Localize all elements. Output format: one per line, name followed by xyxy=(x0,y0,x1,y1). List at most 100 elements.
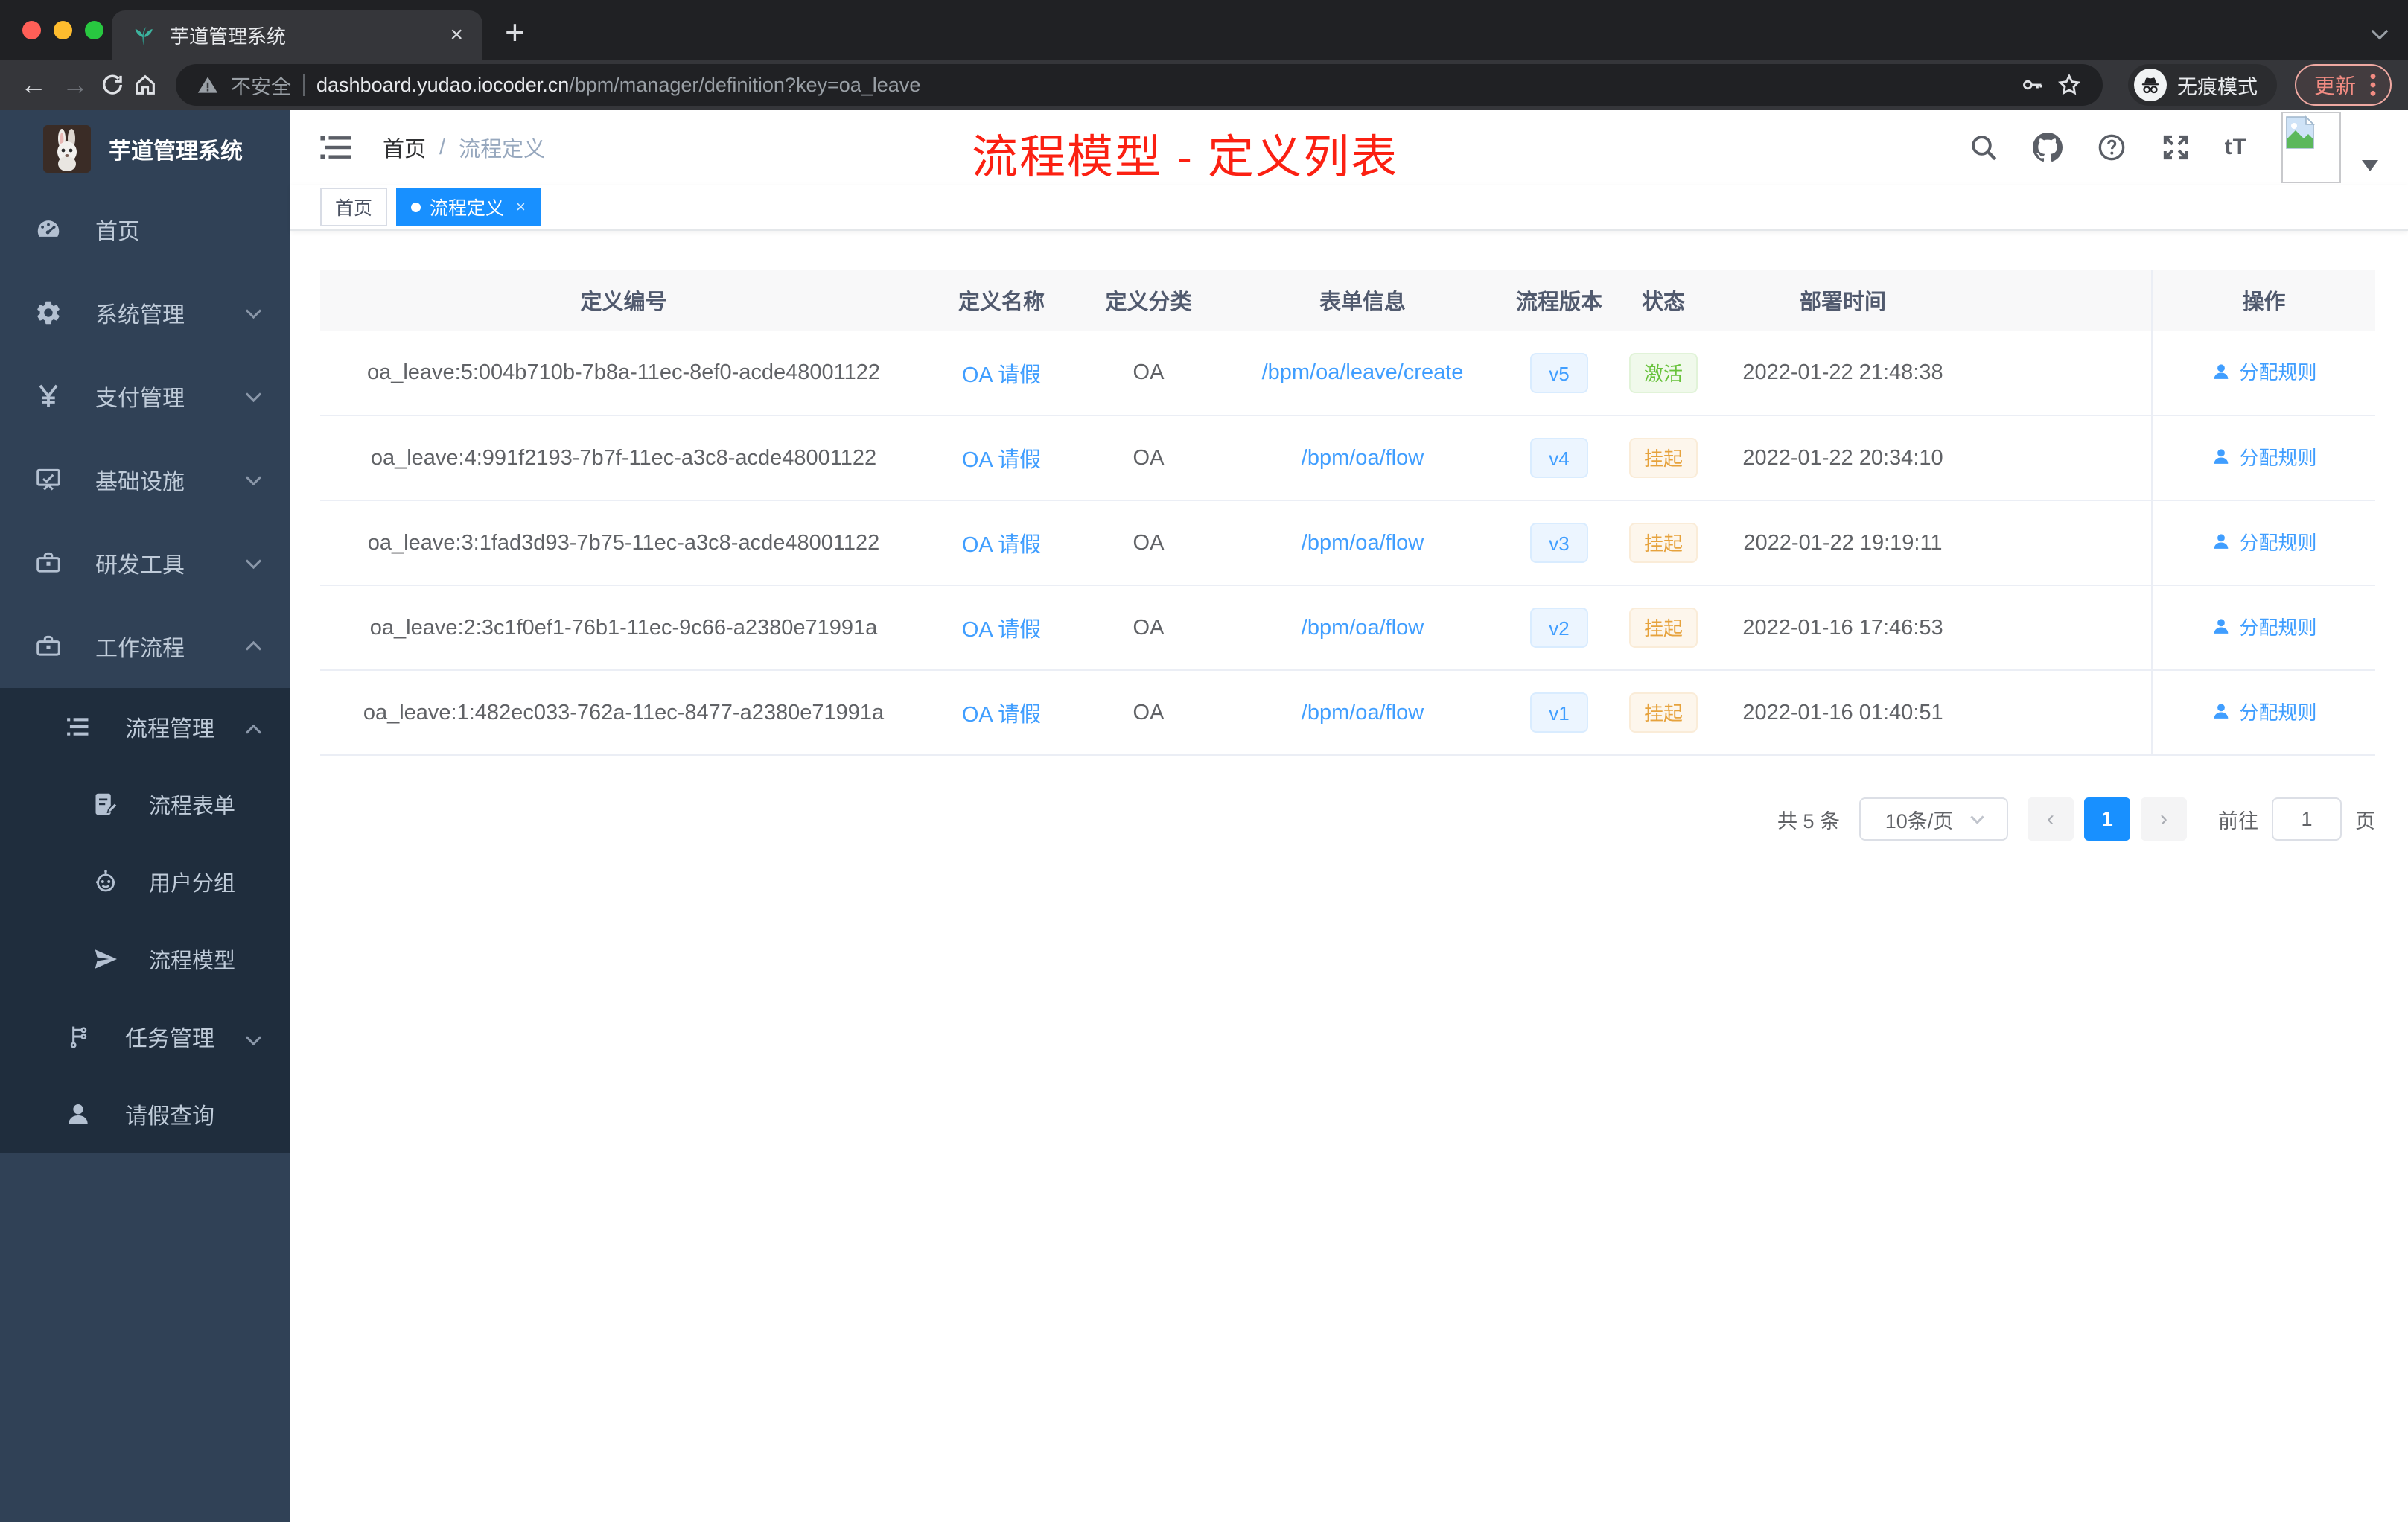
incognito-badge[interactable]: 无痕模式 xyxy=(2127,64,2277,106)
table-row: oa_leave:2:3c1f0ef1-76b1-11ec-9c66-a2380… xyxy=(320,585,2375,671)
fullscreen-icon[interactable] xyxy=(2161,133,2191,162)
sidebar-item-workflow[interactable]: 工作流程 xyxy=(0,605,290,688)
deploy-time: 2022-01-22 20:34:10 xyxy=(1713,415,1973,501)
sidebar-item-label: 工作流程 xyxy=(95,637,185,661)
definition-id: oa_leave:2:3c1f0ef1-76b1-11ec-9c66-a2380… xyxy=(320,585,927,671)
form-link[interactable]: /bpm/oa/flow xyxy=(1302,446,1424,470)
prev-page-button[interactable]: ‹ xyxy=(2028,797,2074,841)
definition-category: OA xyxy=(1076,331,1221,416)
goto-page-input[interactable] xyxy=(2272,797,2342,841)
chevron-down-icon xyxy=(245,386,262,403)
update-label[interactable]: 更新 xyxy=(2314,70,2356,100)
font-size-icon[interactable]: tT xyxy=(2225,135,2247,160)
browser-toolbar: ← → 不安全 dashboard.yudao.iocoder.cn/bpm/m… xyxy=(0,60,2408,110)
col-definition-id: 定义编号 xyxy=(320,270,927,331)
user-avatar-broken-image[interactable] xyxy=(2281,112,2341,183)
form-link[interactable]: /bpm/oa/flow xyxy=(1302,616,1424,640)
chevron-down-icon xyxy=(245,553,262,570)
form-link[interactable]: /bpm/oa/leave/create xyxy=(1262,360,1464,384)
password-key-icon[interactable] xyxy=(2021,73,2045,97)
chevron-down-icon xyxy=(245,1029,262,1046)
assign-rule-button[interactable]: 分配规则 xyxy=(2211,698,2317,725)
sidebar-item-leave-query[interactable]: 请假查询 xyxy=(0,1075,290,1153)
address-bar[interactable]: 不安全 dashboard.yudao.iocoder.cn/bpm/manag… xyxy=(176,64,2103,106)
tab-search-chevron-icon[interactable] xyxy=(2371,22,2389,41)
gear-icon xyxy=(37,301,60,325)
avatar-dropdown-caret-icon[interactable] xyxy=(2362,160,2378,171)
tab-title: 芋道管理系统 xyxy=(170,25,287,48)
version-badge: v4 xyxy=(1530,438,1588,478)
sidebar-item-label: 基础设施 xyxy=(95,470,185,494)
sidebar-item-task-management[interactable]: 任务管理 xyxy=(0,998,290,1075)
url-path: /bpm/manager/definition?key=oa_leave xyxy=(569,73,921,96)
home-button[interactable] xyxy=(133,72,158,98)
page-size-select[interactable]: 10条/页 xyxy=(1859,797,2008,841)
spacer-cell xyxy=(1973,670,2152,756)
assign-rule-button[interactable]: 分配规则 xyxy=(2211,613,2317,640)
maximize-window-button[interactable] xyxy=(85,21,103,39)
tab-close-icon[interactable]: × xyxy=(450,24,463,46)
browser-menu-dots-icon[interactable] xyxy=(2369,72,2377,98)
sidebar-item-user-group[interactable]: 用户分组 xyxy=(0,843,290,920)
form-link[interactable]: /bpm/oa/flow xyxy=(1302,701,1424,725)
form-link[interactable]: /bpm/oa/flow xyxy=(1302,531,1424,555)
definition-name-link[interactable]: OA 请假 xyxy=(962,533,1041,557)
spacer-cell xyxy=(1973,500,2152,586)
table-row: oa_leave:5:004b710b-7b8a-11ec-8ef0-acde4… xyxy=(320,331,2375,416)
definition-category: OA xyxy=(1076,585,1221,671)
back-button[interactable]: ← xyxy=(16,71,51,98)
page-annotation: 流程模型 - 定义列表 xyxy=(972,132,1399,183)
browser-tab[interactable]: 芋道管理系统 × xyxy=(112,10,482,60)
chrome-update-button[interactable]: 更新 xyxy=(2294,64,2392,106)
definition-name-link[interactable]: OA 请假 xyxy=(962,363,1041,387)
col-process-version: 流程版本 xyxy=(1504,270,1614,331)
sidebar-collapse-icon[interactable] xyxy=(320,133,351,162)
minimize-window-button[interactable] xyxy=(54,21,72,39)
spacer-cell xyxy=(1973,585,2152,671)
github-icon[interactable] xyxy=(2032,133,2063,162)
col-form-info: 表单信息 xyxy=(1221,270,1504,331)
help-icon[interactable] xyxy=(2097,133,2127,162)
close-window-button[interactable] xyxy=(22,21,41,39)
sidebar-logo-row[interactable]: 芋道管理系统 xyxy=(0,110,290,188)
definition-table: 定义编号 定义名称 定义分类 表单信息 流程版本 状态 部署时间 操作 oa_l… xyxy=(320,270,2375,756)
definition-name-link[interactable]: OA 请假 xyxy=(962,703,1041,727)
forward-button[interactable]: → xyxy=(58,71,92,98)
sidebar-menu: 首页 系统管理 支付管理 基础设施 研发工具 工作流程 流程管理 流程表单 用户… xyxy=(0,188,290,1153)
next-page-button[interactable]: › xyxy=(2141,797,2187,841)
breadcrumb-home[interactable]: 首页 xyxy=(383,132,426,163)
assign-rule-button[interactable]: 分配规则 xyxy=(2211,443,2317,471)
sidebar-item-process-model[interactable]: 流程模型 xyxy=(0,920,290,998)
sidebar-item-process-management[interactable]: 流程管理 xyxy=(0,688,290,765)
definition-name-link[interactable]: OA 请假 xyxy=(962,618,1041,642)
not-secure-warning-icon[interactable] xyxy=(197,74,219,96)
chevron-down-icon xyxy=(245,302,262,319)
sidebar-item-process-form[interactable]: 流程表单 xyxy=(0,765,290,843)
bookmark-star-icon[interactable] xyxy=(2057,72,2082,98)
sidebar-item-infra[interactable]: 基础设施 xyxy=(0,438,290,521)
current-page-button[interactable]: 1 xyxy=(2084,797,2130,841)
url-text[interactable]: dashboard.yudao.iocoder.cn/bpm/manager/d… xyxy=(316,74,2009,97)
tag-process-definition[interactable]: 流程定义 × xyxy=(396,188,541,226)
definition-name-link[interactable]: OA 请假 xyxy=(962,448,1041,472)
sidebar-item-payment[interactable]: 支付管理 xyxy=(0,354,290,438)
reload-button[interactable] xyxy=(100,72,125,98)
assign-rule-button[interactable]: 分配规则 xyxy=(2211,357,2317,385)
sidebar-item-label: 流程管理 xyxy=(125,717,214,742)
security-label[interactable]: 不安全 xyxy=(231,71,291,100)
page-content: 定义编号 定义名称 定义分类 表单信息 流程版本 状态 部署时间 操作 oa_l… xyxy=(290,231,2408,1522)
assign-rule-button[interactable]: 分配规则 xyxy=(2211,528,2317,555)
toolbox-icon xyxy=(36,552,60,573)
sidebar-item-system[interactable]: 系统管理 xyxy=(0,271,290,354)
sidebar-item-home[interactable]: 首页 xyxy=(0,188,290,271)
user-icon xyxy=(69,1104,88,1124)
tag-close-icon[interactable]: × xyxy=(516,197,526,217)
new-tab-button[interactable]: + xyxy=(505,15,525,49)
sidebar-item-devtools[interactable]: 研发工具 xyxy=(0,521,290,605)
spacer-cell xyxy=(1973,415,2152,501)
list-icon xyxy=(67,718,89,736)
tag-home[interactable]: 首页 xyxy=(320,188,388,226)
version-badge: v3 xyxy=(1530,523,1588,563)
window-controls[interactable] xyxy=(22,21,103,39)
search-icon[interactable] xyxy=(1969,133,1998,162)
